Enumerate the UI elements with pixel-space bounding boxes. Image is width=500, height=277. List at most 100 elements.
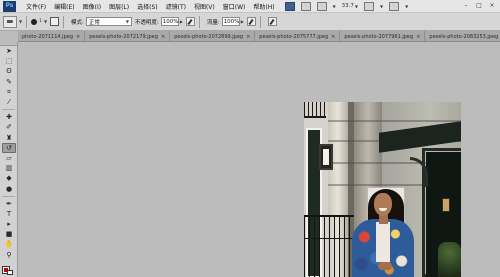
divider — [259, 15, 261, 28]
close-button[interactable]: × — [487, 2, 497, 10]
pressure-size-icon[interactable] — [267, 17, 277, 26]
stamp-tool-icon[interactable]: ♜ — [2, 133, 16, 143]
chevron-down-icon: ▼ — [125, 19, 129, 24]
opacity-slider-icon[interactable]: ▶ — [180, 19, 183, 24]
brush-panel-toggle-icon[interactable] — [50, 17, 60, 26]
photo-face — [374, 193, 392, 216]
type-tool-icon[interactable]: T — [2, 209, 16, 219]
photo-balcony — [304, 102, 326, 118]
marquee-tool-icon[interactable]: ⬚ — [2, 56, 16, 66]
menu-view[interactable]: 视图(V) — [190, 2, 219, 11]
move-tool-icon[interactable]: ➤ — [2, 46, 16, 56]
eyedropper-tool-icon[interactable]: ⁄ — [2, 97, 16, 107]
brush-dropdown-icon: ▼ — [43, 19, 48, 24]
photo-lamp — [319, 144, 333, 170]
menu-window[interactable]: 窗口(W) — [219, 2, 250, 11]
dodge-tool-icon[interactable]: ● — [2, 183, 16, 193]
divider — [2, 109, 15, 111]
view-extras-dropdown-icon[interactable]: ▼ — [333, 4, 336, 9]
path-select-tool-icon[interactable]: ▸ — [2, 219, 16, 229]
tab-label: photo-2071114.jpeg — [22, 33, 73, 40]
photo-shirt — [376, 222, 390, 262]
menu-edit[interactable]: 编辑(E) — [50, 2, 78, 11]
brush-tip-icon — [31, 18, 38, 25]
zoom-tool-icon[interactable]: ⚲ — [2, 250, 16, 260]
bridge-icon[interactable] — [284, 1, 295, 11]
menu-layer[interactable]: 图层(L) — [105, 2, 133, 11]
tab-label: pexels-photo-2075777.jpeg — [259, 33, 329, 40]
tab-label: pexels-photo-2072179.jpeg — [89, 33, 159, 40]
screen-mode-icon[interactable] — [389, 1, 400, 11]
brush-tool-icon[interactable]: ✐ — [2, 122, 16, 132]
maximize-button[interactable]: □ — [474, 2, 484, 10]
arrange-documents-icon[interactable] — [364, 1, 374, 11]
photo-hand — [378, 262, 392, 270]
menu-bar: Ps 文件(F) 编辑(E) 图像(I) 图层(L) 选择(S) 滤镜(T) 视… — [0, 0, 500, 13]
flow-label: 流量: — [206, 19, 220, 26]
close-icon[interactable]: × — [416, 34, 420, 40]
crop-tool-icon[interactable]: ⌗ — [2, 87, 16, 97]
divider — [2, 195, 15, 197]
quick-select-tool-icon[interactable]: ✎ — [2, 77, 16, 87]
minimize-button[interactable]: – — [461, 2, 471, 10]
minibridge-icon[interactable] — [300, 1, 311, 11]
close-icon[interactable]: × — [161, 34, 165, 40]
options-bar: ▼ 1 ▼ 模式: 正常 ▼ 不透明度: 100% ▶ 流量: 100% ▶ — [0, 13, 500, 31]
close-icon[interactable]: × — [331, 34, 335, 40]
tab-document[interactable]: pexels-photo-2083253.jpeg × — [425, 31, 500, 41]
lasso-tool-icon[interactable]: ʘ — [2, 66, 16, 76]
tab-document[interactable]: pexels-photo-2072899.jpeg × — [170, 31, 256, 41]
spot-heal-tool-icon[interactable]: ✚ — [2, 112, 16, 122]
close-icon[interactable]: × — [246, 34, 250, 40]
gradient-tool-icon[interactable]: ▥ — [2, 163, 16, 173]
flow-slider-icon[interactable]: ▶ — [241, 19, 244, 24]
screen-mode-dropdown-icon[interactable]: ▼ — [405, 4, 408, 9]
document-canvas[interactable] — [304, 102, 461, 277]
blend-mode-select[interactable]: 正常 ▼ — [85, 17, 132, 26]
close-icon[interactable]: × — [76, 34, 80, 40]
tab-label: pexels-photo-2072899.jpeg — [174, 33, 244, 40]
blur-tool-icon[interactable]: ◆ — [2, 173, 16, 183]
divider — [198, 15, 200, 28]
tool-preset-picker[interactable] — [3, 15, 17, 28]
color-swatches[interactable] — [2, 266, 13, 275]
menu-file[interactable]: 文件(F) — [22, 2, 50, 11]
tab-label: pexels-photo-2083253.jpeg — [429, 33, 499, 40]
tool-preset-dropdown-icon[interactable]: ▼ — [19, 19, 22, 24]
view-extras-icon[interactable] — [316, 1, 327, 11]
tab-label: pexels-photo-2077961.jpeg — [344, 33, 414, 40]
menu-help[interactable]: 帮助(H) — [249, 2, 278, 11]
opacity-input[interactable]: 100% — [160, 17, 179, 26]
photo-railing — [304, 215, 354, 277]
tab-document[interactable]: pexels-photo-2075777.jpeg × — [255, 31, 341, 41]
divider — [63, 15, 65, 28]
blend-mode-value: 正常 — [88, 19, 100, 26]
airbrush-icon[interactable] — [246, 17, 256, 26]
tab-document[interactable]: pexels-photo-2072179.jpeg × — [85, 31, 171, 41]
history-brush-tool-icon[interactable]: ↺ — [2, 142, 16, 153]
tab-document[interactable]: photo-2071114.jpeg × — [18, 31, 86, 41]
menu-select[interactable]: 选择(S) — [133, 2, 162, 11]
tab-document[interactable]: pexels-photo-2077961.jpeg × — [340, 31, 426, 41]
eraser-tool-icon[interactable]: ▱ — [2, 153, 16, 163]
canvas-workspace[interactable] — [19, 42, 500, 277]
main-menu: 文件(F) 编辑(E) 图像(I) 图层(L) 选择(S) 滤镜(T) 视图(V… — [22, 2, 279, 11]
zoom-dropdown-icon: ▼ — [354, 3, 358, 9]
background-color-swatch[interactable] — [7, 270, 13, 275]
shape-tool-icon[interactable]: ■ — [2, 229, 16, 239]
pen-tool-icon[interactable]: ✒ — [2, 199, 16, 209]
zoom-level[interactable]: 33.7 ▼ — [342, 3, 358, 9]
photo-lantern — [442, 198, 450, 212]
divider — [26, 15, 28, 28]
opacity-label: 不透明度: — [134, 19, 159, 26]
menu-image[interactable]: 图像(I) — [79, 2, 105, 11]
flow-input[interactable]: 100% — [221, 17, 240, 26]
brush-preset-picker[interactable]: 1 ▼ — [31, 18, 48, 25]
photo-railing — [304, 238, 354, 239]
arrange-dropdown-icon[interactable]: ▼ — [380, 4, 383, 9]
hand-tool-icon[interactable]: ✋ — [2, 239, 16, 249]
pressure-opacity-icon[interactable] — [185, 17, 195, 26]
photo-stone-band — [328, 120, 461, 122]
menu-filter[interactable]: 滤镜(T) — [162, 2, 190, 11]
brush-size-value: 1 — [39, 19, 42, 24]
